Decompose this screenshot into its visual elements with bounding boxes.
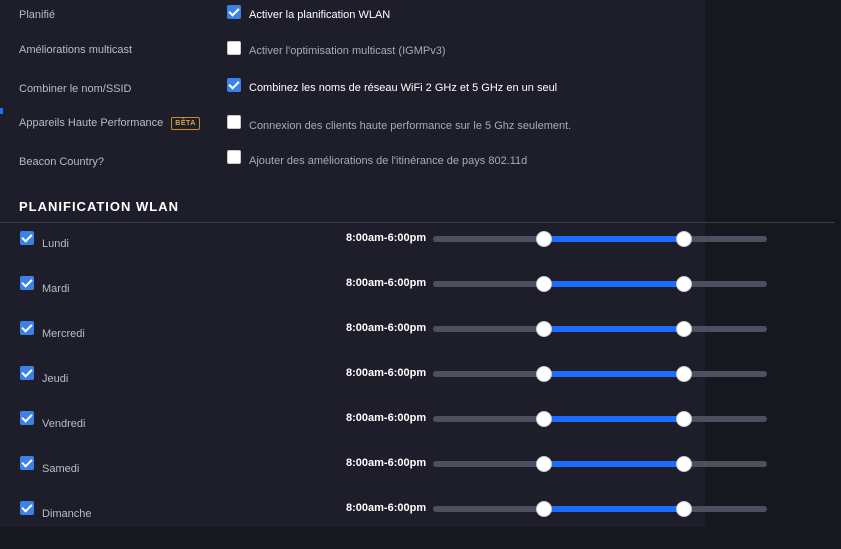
option-description: Ajouter des améliorations de l'itinéranc… (249, 155, 528, 167)
beta-badge: BÊTA (171, 116, 200, 130)
day-checkbox[interactable] (20, 321, 34, 335)
time-range-slider[interactable] (433, 231, 767, 247)
day-checkbox[interactable] (20, 411, 34, 425)
option-description: Connexion des clients haute performance … (249, 120, 572, 132)
option-label: Combiner le nom/SSID (19, 83, 132, 95)
option-label: Planifié (19, 9, 56, 21)
time-range-slider[interactable] (433, 456, 767, 472)
option-label: Améliorations multicast (19, 44, 133, 56)
slider-start-handle[interactable] (536, 501, 553, 517)
slider-fill (544, 506, 684, 512)
day-row-lundi: Lundi 8:00am-6:00pm (0, 231, 841, 271)
day-label: Mardi (42, 283, 70, 295)
high-performance-checkbox[interactable] (227, 115, 241, 129)
day-checkbox[interactable] (20, 456, 34, 470)
option-label-text: Appareils Haute Performance (19, 117, 164, 129)
time-range-text: 8:00am-6:00pm (346, 322, 427, 334)
multicast-checkbox[interactable] (227, 41, 241, 55)
option-description: Combinez les noms de réseau WiFi 2 GHz e… (249, 82, 558, 94)
day-checkbox[interactable] (20, 276, 34, 290)
section-divider (0, 222, 835, 223)
time-range-text: 8:00am-6:00pm (346, 412, 427, 424)
day-row-jeudi: Jeudi 8:00am-6:00pm (0, 366, 841, 406)
option-description: Activer l'optimisation multicast (IGMPv3… (249, 45, 446, 57)
day-row-samedi: Samedi 8:00am-6:00pm (0, 456, 841, 496)
day-label: Dimanche (42, 508, 92, 520)
slider-end-handle[interactable] (675, 276, 692, 292)
day-label: Lundi (42, 238, 69, 250)
option-row-multicast: Améliorations multicast Activer l'optimi… (0, 41, 841, 72)
time-range-text: 8:00am-6:00pm (346, 277, 427, 289)
option-row-combine-ssid: Combiner le nom/SSID Combinez les noms d… (0, 78, 841, 111)
slider-fill (544, 416, 684, 422)
slider-end-handle[interactable] (675, 456, 692, 472)
slider-start-handle[interactable] (536, 231, 553, 247)
time-range-text: 8:00am-6:00pm (346, 502, 427, 514)
option-label: Appareils Haute Performance BÊTA (19, 115, 200, 131)
day-checkbox[interactable] (20, 366, 34, 380)
day-label: Vendredi (42, 418, 86, 430)
slider-end-handle[interactable] (675, 366, 692, 382)
day-label: Jeudi (42, 373, 69, 385)
slider-fill (544, 326, 684, 332)
time-range-slider[interactable] (433, 276, 767, 292)
slider-end-handle[interactable] (675, 231, 692, 247)
combine-ssid-checkbox[interactable] (227, 78, 241, 92)
time-range-text: 8:00am-6:00pm (346, 457, 427, 469)
day-row-mardi: Mardi 8:00am-6:00pm (0, 276, 841, 316)
time-range-slider[interactable] (433, 501, 767, 517)
slider-fill (544, 461, 684, 467)
time-range-text: 8:00am-6:00pm (346, 367, 427, 379)
slider-fill (544, 371, 684, 377)
day-row-vendredi: Vendredi 8:00am-6:00pm (0, 411, 841, 451)
slider-fill (544, 281, 684, 287)
option-row-planifie: Planifié Activer la planification WLAN (0, 5, 841, 37)
slider-start-handle[interactable] (536, 411, 553, 427)
planifie-checkbox[interactable] (227, 5, 241, 19)
slider-end-handle[interactable] (675, 411, 692, 427)
time-range-slider[interactable] (433, 366, 767, 382)
time-range-text: 8:00am-6:00pm (346, 232, 427, 244)
day-row-dimanche: Dimanche 8:00am-6:00pm (0, 501, 841, 541)
slider-start-handle[interactable] (536, 366, 553, 382)
option-row-high-performance: Appareils Haute Performance BÊTA Connexi… (0, 115, 841, 145)
option-row-beacon-country: Beacon Country? Ajouter des amélioration… (0, 150, 841, 184)
slider-start-handle[interactable] (536, 276, 553, 292)
option-label: Beacon Country? (19, 156, 104, 168)
slider-start-handle[interactable] (536, 456, 553, 472)
option-description: Activer la planification WLAN (249, 9, 391, 21)
day-checkbox[interactable] (20, 231, 34, 245)
slider-end-handle[interactable] (675, 501, 692, 517)
time-range-slider[interactable] (433, 411, 767, 427)
day-checkbox[interactable] (20, 501, 34, 515)
section-title: PLANIFICATION WLAN (19, 199, 180, 214)
day-label: Mercredi (42, 328, 85, 340)
day-label: Samedi (42, 463, 80, 475)
slider-fill (544, 236, 684, 242)
slider-start-handle[interactable] (536, 321, 553, 337)
time-range-slider[interactable] (433, 321, 767, 337)
day-row-mercredi: Mercredi 8:00am-6:00pm (0, 321, 841, 361)
slider-end-handle[interactable] (675, 321, 692, 337)
beacon-country-checkbox[interactable] (227, 150, 241, 164)
